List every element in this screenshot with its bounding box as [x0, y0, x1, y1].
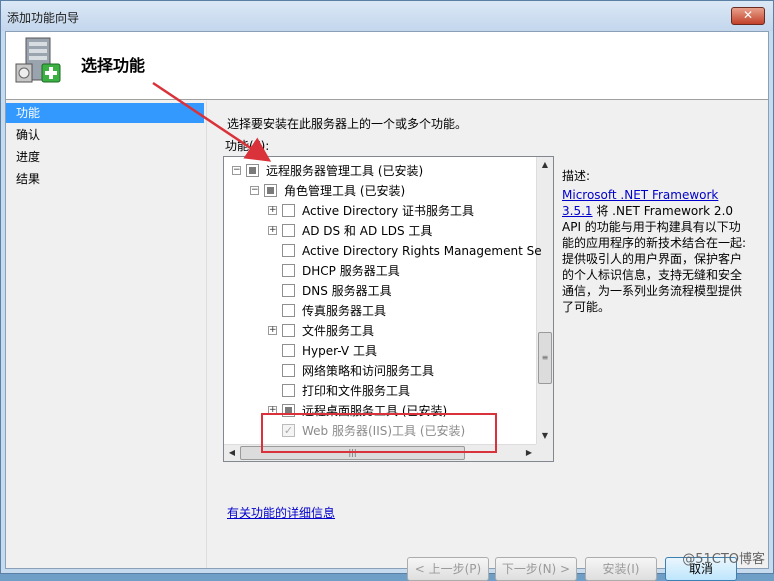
- feature-checkbox[interactable]: [282, 344, 295, 357]
- wizard-client-area: 选择功能 功能 确认 进度 结果 选择要安装在此服务器上的一个或多个功能。 功能…: [5, 31, 769, 581]
- tree-item-label: Hyper-V 工具: [302, 344, 377, 358]
- more-info-link[interactable]: 有关功能的详细信息: [227, 504, 335, 521]
- scroll-up-icon[interactable]: ▲: [537, 157, 553, 173]
- description-text: Microsoft .NET Framework 3.5.1 将 .NET Fr…: [562, 187, 750, 315]
- collapse-icon[interactable]: −: [232, 166, 241, 175]
- tree-item-label: 打印和文件服务工具: [302, 384, 411, 398]
- tree-item[interactable]: + 文件服务工具: [224, 321, 536, 341]
- tree-item-label: Active Directory Rights Management Se: [302, 244, 542, 258]
- tree-item-label: DNS 服务器工具: [302, 284, 392, 298]
- collapse-icon[interactable]: −: [250, 186, 259, 195]
- tree-item-label: 文件服务工具: [302, 324, 375, 338]
- feature-checkbox[interactable]: [282, 244, 295, 257]
- feature-checkbox[interactable]: [282, 304, 295, 317]
- feature-checkbox[interactable]: [282, 384, 295, 397]
- tree-item[interactable]: 打印和文件服务工具: [224, 381, 536, 401]
- tree-item-label: DHCP 服务器工具: [302, 264, 400, 278]
- vertical-scroll-thumb[interactable]: ≡: [538, 332, 552, 384]
- tree-item-label: AD DS 和 AD LDS 工具: [302, 224, 433, 238]
- tree-item-label: 远程服务器管理工具 (已安装): [266, 164, 424, 178]
- wizard-header: 选择功能: [6, 32, 768, 100]
- watermark: @51CTO博客: [682, 552, 765, 567]
- features-label: 功能(F):: [225, 139, 270, 153]
- feature-checkbox[interactable]: [264, 184, 277, 197]
- tree-item[interactable]: DHCP 服务器工具: [224, 261, 536, 281]
- expand-icon[interactable]: +: [268, 206, 277, 215]
- tree-item-label: 网络策略和访问服务工具: [302, 364, 435, 378]
- server-add-icon: [15, 37, 61, 83]
- scrollbar-corner: [536, 444, 553, 461]
- tree-item[interactable]: − 角色管理工具 (已安装): [224, 181, 536, 201]
- feature-checkbox[interactable]: [282, 264, 295, 277]
- vertical-scrollbar[interactable]: ▲ ≡ ▼: [536, 157, 553, 444]
- install-button[interactable]: 安装(I): [585, 557, 657, 581]
- close-button[interactable]: ✕: [731, 7, 765, 25]
- scroll-right-icon[interactable]: ▶: [521, 445, 537, 461]
- scroll-down-icon[interactable]: ▼: [537, 428, 553, 444]
- description-label: 描述:: [562, 169, 591, 183]
- expand-icon[interactable]: +: [268, 226, 277, 235]
- feature-checkbox[interactable]: [282, 224, 295, 237]
- next-button[interactable]: 下一步(N) >: [495, 557, 577, 581]
- features-panel: 选择要安装在此服务器上的一个或多个功能。 功能(F): ▲ ≡ ▼ ◀ ||| …: [206, 101, 768, 581]
- tree-item-label: 角色管理工具 (已安装): [284, 184, 406, 198]
- step-results[interactable]: 结果: [6, 169, 204, 189]
- title-bar[interactable]: 添加功能向导 ✕: [1, 1, 773, 31]
- feature-checkbox[interactable]: [282, 364, 295, 377]
- page-title: 选择功能: [81, 56, 146, 75]
- tree-item-label: 传真服务器工具: [302, 304, 387, 318]
- tree-item[interactable]: Active Directory Rights Management Se: [224, 241, 542, 261]
- tree-item[interactable]: 传真服务器工具: [224, 301, 536, 321]
- expand-icon[interactable]: +: [268, 326, 277, 335]
- step-confirm[interactable]: 确认: [6, 125, 204, 145]
- previous-button[interactable]: < 上一步(P): [407, 557, 489, 581]
- feature-checkbox[interactable]: [282, 284, 295, 297]
- step-features[interactable]: 功能: [6, 103, 204, 123]
- feature-checkbox[interactable]: [282, 324, 295, 337]
- window-title: 添加功能向导: [7, 11, 80, 25]
- tree-item[interactable]: + AD DS 和 AD LDS 工具: [224, 221, 536, 241]
- description-body: 将 .NET Framework 2.0 API 的功能与用于构建具有以下功能的…: [562, 204, 747, 314]
- add-features-wizard-window: 添加功能向导 ✕ 选择功能 功能 确认 进度 结果 选择要安装在此服务器上的一个…: [0, 0, 774, 581]
- feature-checkbox[interactable]: [282, 204, 295, 217]
- annotation-highlight-box: [261, 413, 497, 453]
- tree-item[interactable]: + Active Directory 证书服务工具: [224, 201, 536, 221]
- step-progress[interactable]: 进度: [6, 147, 204, 167]
- tree-item[interactable]: Hyper-V 工具: [224, 341, 536, 361]
- wizard-steps-sidebar: 功能 确认 进度 结果: [6, 101, 206, 568]
- scroll-left-icon[interactable]: ◀: [224, 445, 240, 461]
- tree-item[interactable]: DNS 服务器工具: [224, 281, 536, 301]
- instruction-text: 选择要安装在此服务器上的一个或多个功能。: [227, 117, 468, 131]
- tree-item[interactable]: 网络策略和访问服务工具: [224, 361, 536, 381]
- tree-item[interactable]: − 远程服务器管理工具 (已安装): [224, 161, 536, 181]
- tree-item-label: Active Directory 证书服务工具: [302, 204, 475, 218]
- feature-checkbox[interactable]: [246, 164, 259, 177]
